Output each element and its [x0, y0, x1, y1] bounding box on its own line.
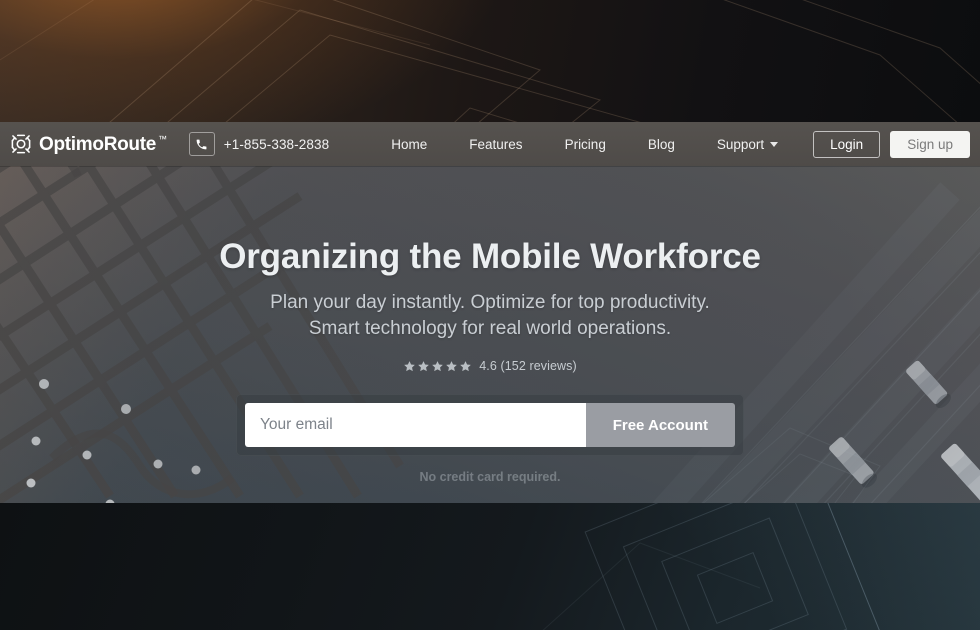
signup-form: Free Account: [236, 394, 744, 457]
rating-block: 4.6 (152 reviews): [0, 359, 980, 373]
hero-subheading-line1: Plan your day instantly. Optimize for to…: [270, 291, 710, 313]
bottom-decorative-band: [0, 503, 980, 630]
phone-icon: [188, 132, 215, 156]
login-button[interactable]: Login: [813, 130, 881, 158]
top-band-spiral-lineart: [0, 0, 980, 122]
nav-blog[interactable]: Blog: [648, 137, 675, 152]
star-rating: [403, 360, 472, 373]
hero-subheading-line2: Smart technology for real world operatio…: [308, 318, 672, 340]
signup-button[interactable]: Sign up: [890, 130, 970, 158]
free-account-button[interactable]: Free Account: [585, 403, 735, 448]
nav-pricing[interactable]: Pricing: [565, 137, 606, 152]
star-icon: [404, 361, 416, 372]
bottom-light-sheen: [560, 503, 980, 630]
star-icon: [418, 361, 430, 372]
landing-page: OptimoRoute ™ +1-855-338-2838 Home Featur…: [0, 0, 980, 630]
nav-support[interactable]: Support: [716, 136, 779, 152]
chevron-down-icon: [770, 141, 779, 147]
star-icon: [432, 361, 444, 372]
main-navigation: Home Features Pricing Blog Support Login…: [370, 130, 970, 158]
nav-features[interactable]: Features: [469, 137, 522, 152]
star-icon: [446, 361, 458, 372]
phone-contact[interactable]: +1-855-338-2838: [188, 132, 330, 156]
site-header: OptimoRoute ™ +1-855-338-2838 Home Featur…: [0, 122, 980, 166]
top-decorative-band: [0, 0, 980, 122]
page-title: Organizing the Mobile Workforce: [219, 237, 761, 276]
trademark-symbol: ™: [158, 134, 167, 145]
email-input[interactable]: [245, 403, 586, 448]
nav-support-label: Support: [716, 136, 765, 152]
no-credit-card-note: No credit card required.: [419, 470, 561, 485]
hero-subheading: Plan your day instantly. Optimize for to…: [0, 290, 980, 344]
optimoroute-hex-logo-icon: [11, 134, 31, 154]
hero-section: Organizing the Mobile Workforce Plan you…: [0, 166, 980, 503]
hero-content: Organizing the Mobile Workforce Plan you…: [0, 166, 980, 484]
phone-number: +1-855-338-2838: [223, 136, 330, 152]
star-icon: [460, 361, 472, 372]
phone-glyph-icon: [196, 139, 207, 149]
brand-logo[interactable]: OptimoRoute ™: [10, 133, 167, 155]
brand-name: OptimoRoute ™: [39, 133, 167, 155]
nav-home[interactable]: Home: [391, 137, 427, 152]
rating-summary: 4.6 (152 reviews): [479, 359, 577, 374]
